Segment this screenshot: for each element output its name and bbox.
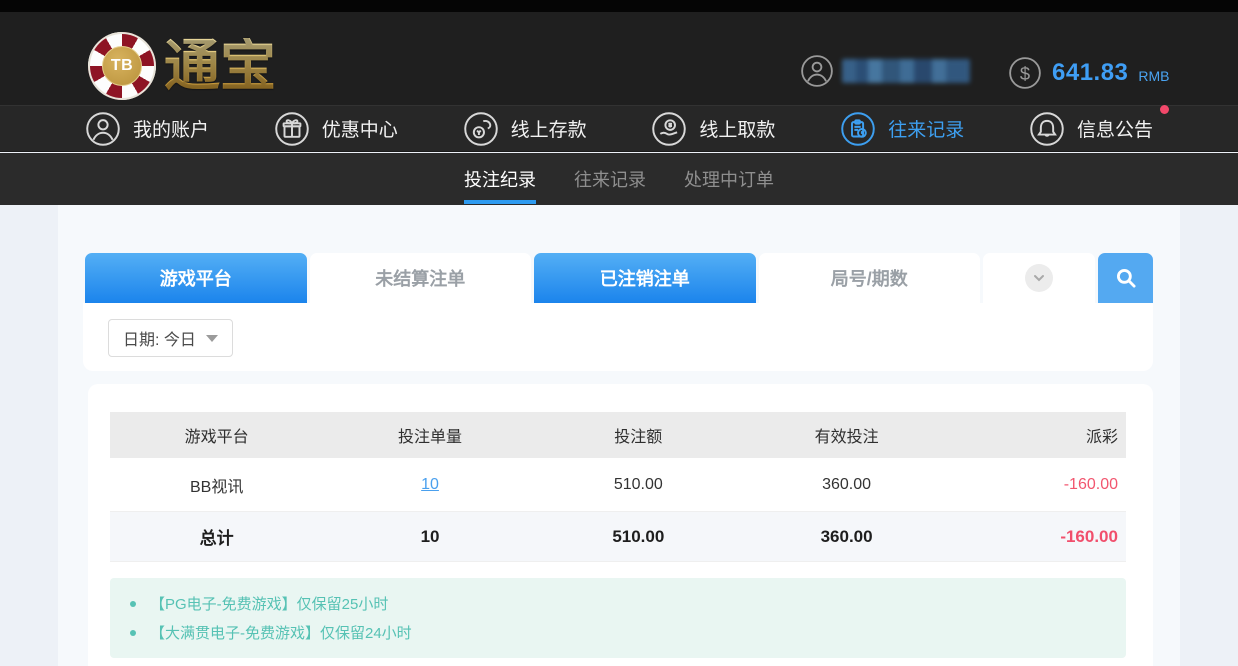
withdraw-icon	[651, 111, 687, 147]
col-bet-count: 投注单量	[323, 423, 536, 447]
date-filter-label: 日期: 今日	[123, 326, 196, 350]
balance-currency: RMB	[1138, 62, 1169, 84]
nav-item-transaction-records[interactable]: 往来记录	[840, 111, 964, 147]
table-row: BB视讯 10 510.00 360.00 -160.00	[110, 458, 1126, 512]
total-count: 10	[323, 527, 536, 547]
col-game-platform: 游戏平台	[110, 423, 323, 447]
notice-text: 【大满贯电子-免费游戏】仅保留24小时	[150, 622, 412, 643]
bullet-dot	[130, 630, 136, 636]
nav-label: 线上取款	[699, 115, 775, 142]
tab-transaction-records[interactable]: 往来记录	[574, 153, 646, 205]
nav-item-online-withdraw[interactable]: 线上取款	[651, 111, 775, 147]
brand-name: 通宝	[164, 38, 276, 94]
filter-dropdown[interactable]	[983, 253, 1095, 303]
table-header-row: 游戏平台 投注单量 投注额 有效投注 派彩	[110, 412, 1126, 458]
casino-chip-icon: TB	[88, 32, 156, 100]
bullet-dot	[130, 601, 136, 607]
filter-tab-game-platform[interactable]: 游戏平台	[85, 253, 307, 303]
nav-item-online-deposit[interactable]: 线上存款	[463, 111, 587, 147]
filter-panel: 日期: 今日	[83, 303, 1153, 371]
user-avatar-icon	[800, 54, 834, 88]
notice-text: 【PG电子-免费游戏】仅保留25小时	[150, 593, 388, 614]
balance-display: $ 641.83 RMB	[1008, 56, 1170, 90]
sub-nav: 投注纪录 往来记录 处理中订单	[0, 153, 1238, 205]
table-total-row: 总计 10 510.00 360.00 -160.00	[110, 512, 1126, 562]
filter-tab-unsettled[interactable]: 未结算注单	[310, 253, 532, 303]
top-strip	[0, 0, 1238, 12]
chip-label: TB	[102, 46, 142, 86]
col-payout: 派彩	[953, 423, 1126, 447]
nav-label: 优惠中心	[322, 115, 398, 142]
page: TB 通宝 $ 641.83 RMB	[0, 0, 1238, 666]
nav-label: 我的账户	[133, 115, 209, 142]
user-menu[interactable]	[800, 54, 970, 88]
nav-item-my-account[interactable]: 我的账户	[85, 111, 209, 147]
date-filter[interactable]: 日期: 今日	[108, 319, 233, 357]
username-censored	[842, 59, 970, 83]
deposit-icon	[463, 111, 499, 147]
search-button[interactable]	[1098, 253, 1153, 303]
balance-amount: 641.83	[1052, 59, 1128, 87]
tab-pending-orders[interactable]: 处理中订单	[684, 153, 774, 205]
results-panel: 游戏平台 投注单量 投注额 有效投注 派彩 BB视讯 10 510.00 360…	[88, 384, 1153, 666]
col-valid-bet: 有效投注	[740, 423, 953, 447]
main-nav: 我的账户 优惠中心	[0, 105, 1238, 152]
col-bet-amount: 投注额	[537, 423, 740, 447]
search-icon	[1113, 265, 1139, 291]
cell-platform: BB视讯	[110, 473, 323, 497]
brand-logo[interactable]: TB 通宝	[88, 32, 276, 100]
nav-label: 线上存款	[511, 115, 587, 142]
chevron-down-icon	[1025, 264, 1053, 292]
bell-icon	[1029, 111, 1065, 147]
nav-item-promotions[interactable]: 优惠中心	[274, 111, 398, 147]
total-bet-amount: 510.00	[537, 527, 740, 547]
cell-valid-bet: 360.00	[740, 476, 953, 494]
records-icon	[840, 111, 876, 147]
notice-line: 【大满贯电子-免费游戏】仅保留24小时	[110, 618, 1126, 647]
notice-box: 【PG电子-免费游戏】仅保留25小时 【大满贯电子-免费游戏】仅保留24小时	[110, 578, 1126, 658]
bet-count-link[interactable]: 10	[421, 476, 439, 493]
total-payout: -160.00	[953, 527, 1126, 547]
filter-tab-cancelled[interactable]: 已注销注单	[534, 253, 756, 303]
nav-label: 往来记录	[888, 115, 964, 142]
cell-payout: -160.00	[953, 476, 1126, 494]
svg-text:$: $	[1020, 63, 1030, 84]
filter-tab-round-number[interactable]: 局号/期数	[759, 253, 981, 303]
caret-down-icon	[206, 335, 218, 342]
header: TB 通宝 $ 641.83 RMB	[0, 12, 1238, 105]
dollar-coin-icon: $	[1008, 56, 1042, 90]
tab-betting-records[interactable]: 投注纪录	[464, 153, 536, 205]
user-circle-icon	[85, 111, 121, 147]
notice-line: 【PG电子-免费游戏】仅保留25小时	[110, 589, 1126, 618]
total-valid-bet: 360.00	[740, 527, 953, 547]
bet-summary-table: 游戏平台 投注单量 投注额 有效投注 派彩 BB视讯 10 510.00 360…	[110, 412, 1126, 562]
gift-icon	[274, 111, 310, 147]
filter-tab-bar: 游戏平台 未结算注单 已注销注单 局号/期数	[85, 253, 1153, 303]
nav-label: 信息公告	[1077, 115, 1153, 142]
nav-item-announcements[interactable]: 信息公告	[1029, 111, 1153, 147]
total-label: 总计	[110, 524, 323, 549]
notification-badge	[1160, 105, 1169, 114]
cell-bet-amount: 510.00	[537, 476, 740, 494]
